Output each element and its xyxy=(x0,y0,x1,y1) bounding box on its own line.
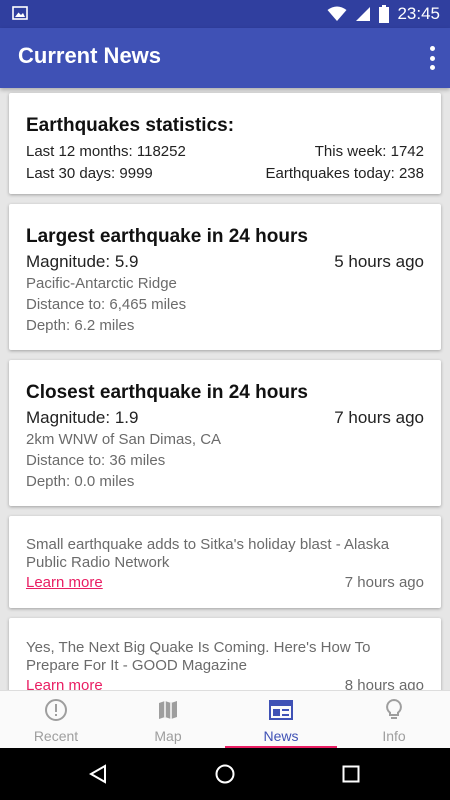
status-bar: 23:45 xyxy=(0,0,450,28)
closest-depth: Depth: 0.0 miles xyxy=(26,473,135,490)
closest-distance: Distance to: 36 miles xyxy=(26,452,166,469)
stat-this-week: This week: 1742 xyxy=(314,143,424,160)
stat-today: Earthquakes today: 238 xyxy=(265,165,424,182)
wifi-icon xyxy=(327,6,347,21)
overflow-menu-icon[interactable] xyxy=(428,46,436,70)
news-headline: Yes, The Next Big Quake Is Coming. Here'… xyxy=(26,639,371,656)
app-bar: Current News xyxy=(0,28,450,88)
largest-time-ago: 5 hours ago xyxy=(334,252,424,271)
home-icon[interactable] xyxy=(215,764,235,784)
largest-distance: Distance to: 6,465 miles xyxy=(26,296,187,313)
news-time-ago: 7 hours ago xyxy=(344,574,424,591)
closest-time-ago: 7 hours ago xyxy=(334,408,424,427)
news-card[interactable]: Small earthquake adds to Sitka's holiday… xyxy=(9,516,441,608)
news-card[interactable]: Yes, The Next Big Quake Is Coming. Here'… xyxy=(9,618,441,690)
largest-earthquake-card[interactable]: Largest earthquake in 24 hours Magnitude… xyxy=(9,204,441,350)
largest-magnitude: Magnitude: 5.9 xyxy=(26,252,139,271)
image-notification-icon xyxy=(12,6,28,20)
tab-recent[interactable]: Recent xyxy=(0,691,112,749)
lightbulb-icon xyxy=(386,698,402,719)
newspaper-icon xyxy=(269,700,293,720)
closest-earthquake-card[interactable]: Closest earthquake in 24 hours Magnitude… xyxy=(9,360,441,506)
alert-circle-icon xyxy=(45,699,67,721)
tab-label: Info xyxy=(382,728,406,744)
tab-label: Recent xyxy=(33,728,79,744)
tab-label: News xyxy=(263,728,299,744)
closest-magnitude: Magnitude: 1.9 xyxy=(26,408,139,427)
map-icon xyxy=(159,701,177,719)
learn-more-link[interactable]: Learn more xyxy=(26,574,103,591)
largest-title: Largest earthquake in 24 hours xyxy=(26,226,308,247)
signal-icon xyxy=(356,7,371,21)
system-navigation-bar xyxy=(0,748,450,800)
closest-title: Closest earthquake in 24 hours xyxy=(26,382,308,403)
news-time-ago: 8 hours ago xyxy=(344,677,424,690)
statistics-card: Earthquakes statistics: Last 12 months: … xyxy=(9,93,441,194)
tab-news[interactable]: News xyxy=(225,691,337,749)
stat-last-12-months: Last 12 months: 118252 xyxy=(26,143,186,160)
battery-icon xyxy=(379,5,390,23)
tab-info[interactable]: Info xyxy=(338,691,450,749)
learn-more-link[interactable]: Learn more xyxy=(26,677,103,690)
news-headline-continued: Prepare For It - GOOD Magazine xyxy=(26,657,247,674)
bottom-navigation: Recent Map News Info xyxy=(0,690,450,749)
status-time: 23:45 xyxy=(397,4,440,23)
page-title: Current News xyxy=(18,43,162,68)
tab-label: Map xyxy=(154,728,182,744)
stat-last-30-days: Last 30 days: 9999 xyxy=(26,165,153,182)
largest-depth: Depth: 6.2 miles xyxy=(26,317,135,334)
news-headline-continued: Public Radio Network xyxy=(26,554,170,571)
tab-map[interactable]: Map xyxy=(112,691,224,749)
recents-icon[interactable] xyxy=(342,765,360,783)
statistics-title: Earthquakes statistics: xyxy=(26,115,235,136)
largest-location: Pacific-Antarctic Ridge xyxy=(26,275,177,292)
news-feed[interactable]: Earthquakes statistics: Last 12 months: … xyxy=(0,88,450,690)
closest-location: 2km WNW of San Dimas, CA xyxy=(26,431,222,448)
news-headline: Small earthquake adds to Sitka's holiday… xyxy=(26,536,390,553)
back-icon[interactable] xyxy=(88,764,108,784)
